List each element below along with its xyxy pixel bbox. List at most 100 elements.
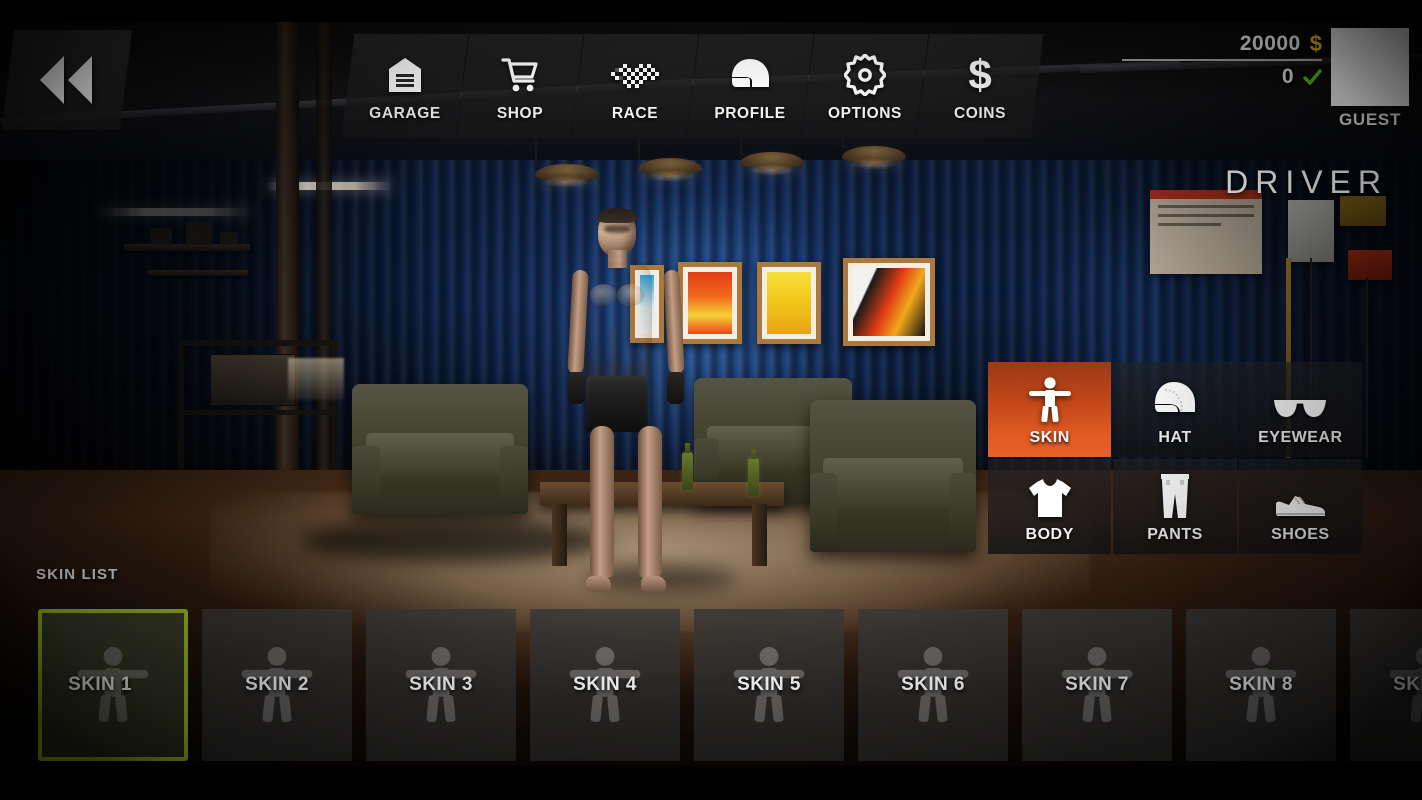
motorcycle-helmet-icon [1151, 373, 1199, 423]
sunglasses-icon [1272, 373, 1328, 423]
skin-tile-label: SKIN 3 [409, 674, 473, 695]
character-hair [598, 208, 636, 223]
character-arm-right [663, 269, 685, 375]
nav-item-coins[interactable]: $ COINS [916, 34, 1044, 138]
character-foot-right [641, 576, 666, 592]
letterbox-top [0, 0, 1422, 22]
skin-tile[interactable]: SKIN 5 [694, 609, 844, 761]
coins-value: 0 [1281, 65, 1294, 88]
skin-tile-label: SKIN 2 [245, 674, 309, 695]
character-torso [582, 262, 652, 380]
coins-row: 0 [1122, 63, 1322, 91]
wall-equipment [1348, 250, 1392, 280]
skin-tile[interactable]: SKIN 3 [366, 609, 516, 761]
skin-tile-label: SKIN 1 [68, 674, 132, 695]
category-label-shoes: SHOES [1271, 525, 1330, 543]
skin-list-title: SKIN LIST [36, 566, 119, 583]
page-title: DRIVER [1225, 164, 1388, 200]
letterbox-bottom [0, 766, 1422, 800]
dollar-sign-icon: $ [1309, 31, 1322, 56]
category-label-hat: HAT [1158, 428, 1192, 446]
category-pants[interactable]: PANTS [1113, 459, 1237, 554]
category-label-body: BODY [1025, 525, 1074, 543]
framed-poster [757, 262, 821, 344]
category-label-pants: PANTS [1147, 525, 1203, 543]
skin-tile-label: SKIN 6 [901, 674, 965, 695]
character-glove-right [667, 372, 684, 404]
skin-tile-label: SKIN 7 [1065, 674, 1129, 695]
nav-item-race[interactable]: RACE [571, 34, 699, 138]
character-shorts [586, 376, 648, 432]
game-screen: GARAGE SHOP RACE PROFILE OPTIONS $ COINS… [0, 0, 1422, 800]
shelf-object [150, 228, 172, 245]
skin-list-strip[interactable]: SKIN 1 SKIN 2 SKIN 3 SKIN 4 SKIN 5 SKIN … [0, 604, 1422, 766]
bottle [748, 449, 759, 496]
armchair [810, 400, 976, 552]
shelf-object [220, 232, 238, 245]
nav-label-race: RACE [611, 104, 659, 122]
category-shoes[interactable]: SHOES [1238, 459, 1362, 554]
account-panel[interactable]: GUEST [1328, 28, 1412, 130]
character-model [556, 208, 696, 600]
armchair [352, 384, 528, 514]
skin-tile[interactable]: SKIN 1 [38, 609, 188, 761]
check-icon [1303, 68, 1322, 87]
double-chevron-left-icon [36, 52, 98, 108]
character-face-shadow [604, 225, 630, 233]
table-leg [752, 504, 767, 566]
nav-label-garage: GARAGE [369, 104, 441, 122]
category-skin[interactable]: SKIN [988, 362, 1112, 457]
skin-tile-label: SKIN 9 [1393, 674, 1422, 695]
nav-item-garage[interactable]: GARAGE [341, 34, 469, 138]
person-figure-icon [1028, 373, 1072, 423]
nav-label-shop: SHOP [496, 104, 544, 122]
lit-box [288, 358, 344, 400]
skin-tile[interactable]: SKIN 9 [1350, 609, 1422, 761]
shelf-object [186, 222, 212, 245]
nav-item-options[interactable]: OPTIONS [801, 34, 929, 138]
sneaker-icon [1273, 470, 1327, 520]
character-leg-right [638, 426, 662, 578]
category-hat[interactable]: HAT [1113, 362, 1237, 457]
money-value: 20000 [1239, 32, 1301, 55]
category-label-skin: SKIN [1029, 428, 1070, 446]
nav-label-profile: PROFILE [714, 104, 786, 122]
wall-shelf [124, 244, 250, 251]
shopping-cart-icon [500, 50, 540, 100]
skin-tile[interactable]: SKIN 4 [530, 609, 680, 761]
dollar-sign-icon: $ [965, 50, 995, 100]
money-row: 20000 $ [1122, 30, 1322, 58]
currency-divider [1122, 59, 1322, 61]
nav-item-profile[interactable]: PROFILE [686, 34, 814, 138]
character-foot-left [586, 576, 611, 592]
svg-text:$: $ [968, 53, 991, 97]
electrical-box [1288, 200, 1334, 262]
skin-tile[interactable]: SKIN 8 [1186, 609, 1336, 761]
customization-category-grid: SKIN HAT EYEWEAR BODY PANTS SHOES [988, 362, 1362, 554]
currency-panel: 20000 $ 0 [1122, 30, 1322, 91]
character-glove-left [568, 372, 585, 404]
checkered-flags-icon [609, 50, 661, 100]
skin-tile[interactable]: SKIN 7 [1022, 609, 1172, 761]
skin-tile-label: SKIN 4 [573, 674, 637, 695]
category-body[interactable]: BODY [988, 459, 1112, 554]
skin-tile[interactable]: SKIN 6 [858, 609, 1008, 761]
character-leg-left [590, 426, 614, 578]
category-label-eyewear: EYEWEAR [1258, 428, 1343, 446]
avatar[interactable] [1331, 28, 1409, 106]
skin-tile[interactable]: SKIN 2 [202, 609, 352, 761]
wall-shelf [148, 270, 248, 276]
wall-strip-light [100, 208, 250, 216]
tshirt-icon [1027, 470, 1073, 520]
hanging-wire [1366, 278, 1368, 458]
category-eyewear[interactable]: EYEWEAR [1238, 362, 1362, 457]
skin-tile-label: SKIN 8 [1229, 674, 1293, 695]
pants-icon [1157, 470, 1193, 520]
gear-icon [844, 50, 886, 100]
main-navigation: GARAGE SHOP RACE PROFILE OPTIONS $ COINS [341, 34, 1044, 138]
framed-poster [843, 258, 935, 346]
back-button[interactable] [1, 30, 133, 130]
skin-tile-label: SKIN 5 [737, 674, 801, 695]
wall-notice [1150, 190, 1262, 274]
nav-item-shop[interactable]: SHOP [456, 34, 584, 138]
